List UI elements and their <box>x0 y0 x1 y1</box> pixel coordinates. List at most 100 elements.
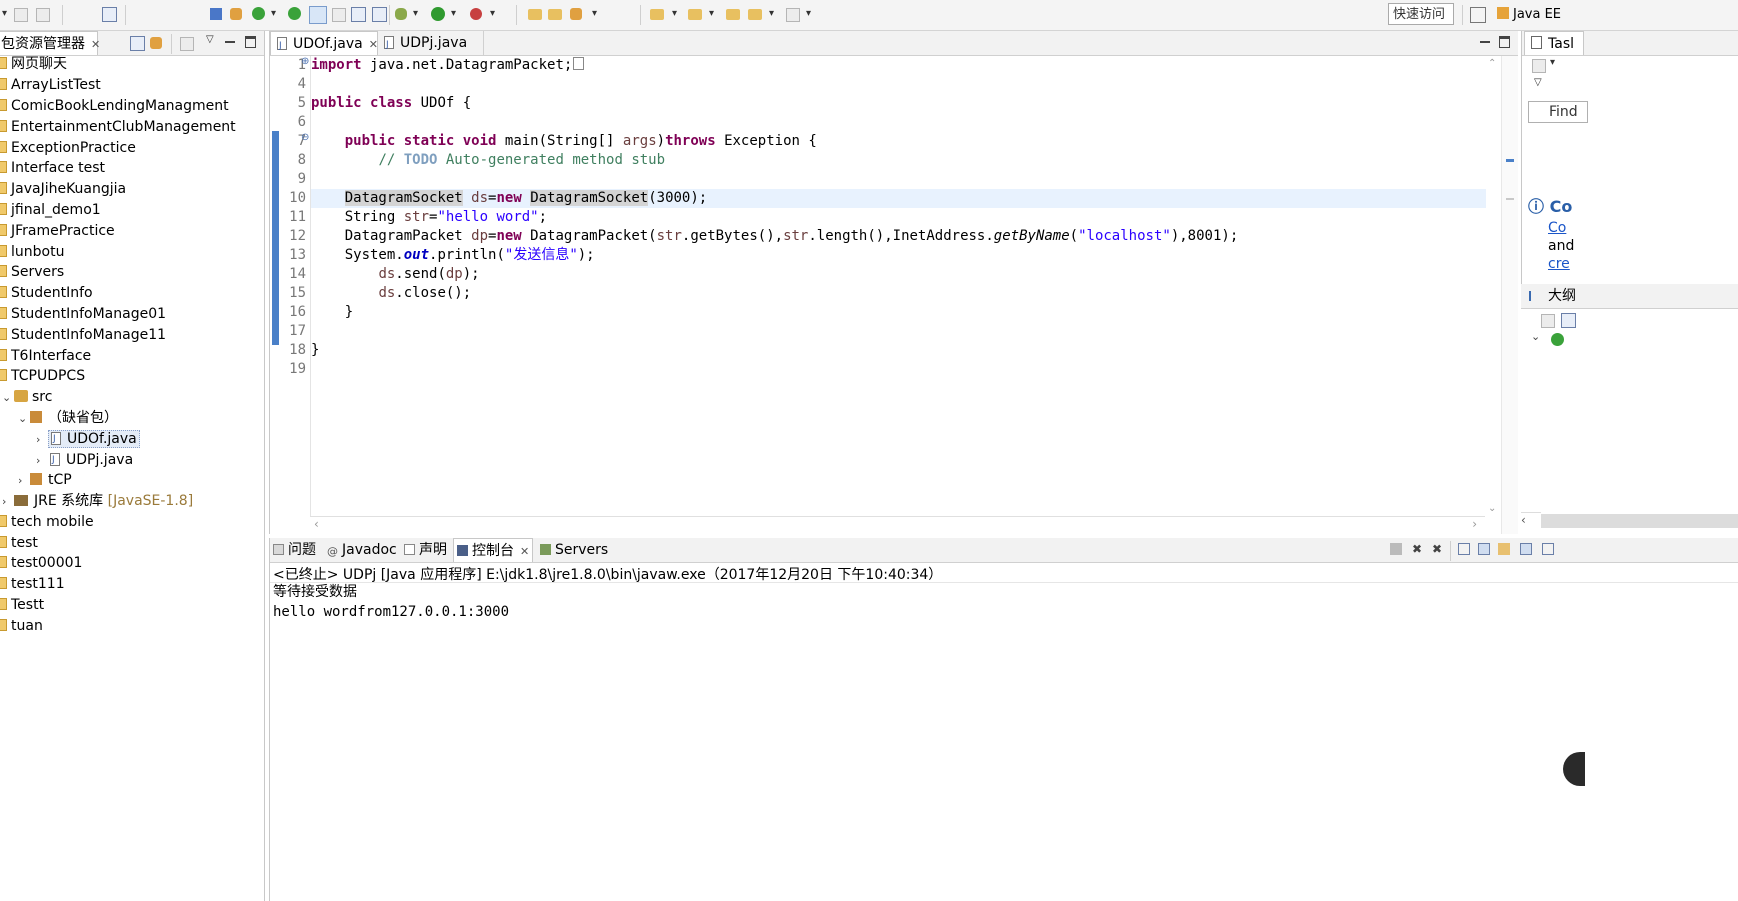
remove-all-launches-icon[interactable]: ✖ <box>1432 543 1444 555</box>
folded-imports-icon[interactable] <box>573 57 585 70</box>
expand-fold-icon[interactable]: ⊕ <box>301 56 309 67</box>
tree-item[interactable]: Servers <box>0 262 64 283</box>
new-server-icon[interactable] <box>230 8 242 20</box>
debug-icon[interactable] <box>395 8 407 20</box>
chevron-right-icon[interactable]: › <box>18 470 30 491</box>
collapse-fold-icon[interactable]: ⊖ <box>301 132 309 143</box>
task-find-input[interactable]: Find <box>1528 101 1588 123</box>
tree-item-src[interactable]: ⌄ src <box>2 387 52 408</box>
tab-udof-java[interactable]: UDOf.java ✕ <box>270 31 378 58</box>
new-java-class-icon[interactable] <box>252 7 265 20</box>
mark-occurrences-icon[interactable] <box>309 6 327 24</box>
hide-fields-icon[interactable] <box>1541 314 1555 328</box>
chevron-right-icon[interactable]: › <box>36 450 48 471</box>
editor-vertical-scrollbar[interactable]: ⌃ ⌄ <box>1486 56 1500 516</box>
tab-problems[interactable]: 问题 <box>270 538 319 562</box>
tree-item-jre[interactable]: › JRE 系统库 [JavaSE-1.8] <box>2 491 193 512</box>
tree-item[interactable]: Interface test <box>0 158 105 179</box>
tree-item[interactable]: Testt <box>0 595 44 616</box>
connect-link[interactable]: Co <box>1548 220 1566 236</box>
tree-item[interactable]: test <box>0 533 38 554</box>
word-wrap-icon[interactable] <box>1498 543 1510 555</box>
focus-icon[interactable] <box>180 37 194 51</box>
chevron-down-icon[interactable]: ▾ <box>709 8 714 19</box>
class-icon[interactable] <box>1551 333 1564 346</box>
save-icon[interactable] <box>14 8 28 22</box>
tab-package-explorer[interactable]: 包资源管理器 ✕ <box>0 31 100 55</box>
tree-item[interactable]: ComicBookLendingManagment <box>0 96 229 117</box>
previous-annotation-icon[interactable] <box>688 9 702 20</box>
minimize-icon[interactable] <box>1480 41 1490 43</box>
forward-arrow-icon[interactable] <box>786 8 800 22</box>
quick-access-input[interactable]: 快速访问 <box>1388 3 1454 25</box>
tree-item[interactable]: tech mobile <box>0 512 94 533</box>
tree-item[interactable]: EntertainmentClubManagement <box>0 117 236 138</box>
open-perspective-icon[interactable] <box>1470 7 1486 23</box>
tab-javadoc[interactable]: @ Javadoc <box>324 538 400 562</box>
chevron-down-icon[interactable]: ⌄ <box>2 387 14 408</box>
tree-item[interactable]: 网页聊天 <box>0 54 67 75</box>
tree-item[interactable]: lunbotu <box>0 242 64 263</box>
close-icon[interactable]: ✕ <box>369 38 378 51</box>
maximize-icon[interactable] <box>245 36 256 48</box>
sort-icon[interactable] <box>1561 313 1576 328</box>
clear-console-icon[interactable] <box>1458 543 1470 555</box>
tab-task-list[interactable]: Tasl <box>1524 31 1584 55</box>
new-task-icon[interactable] <box>1532 59 1546 73</box>
tree-item-default-package[interactable]: ⌄ （缺省包） <box>18 408 118 429</box>
view-menu-icon[interactable]: ▽ <box>1534 77 1542 88</box>
tab-console[interactable]: 控制台 ✕ <box>453 538 534 562</box>
tab-servers[interactable]: Servers <box>537 538 611 562</box>
chevron-down-icon[interactable]: ▾ <box>592 8 597 19</box>
scroll-left-icon[interactable]: ‹ <box>1521 512 1541 529</box>
link-with-editor-icon[interactable] <box>150 37 162 49</box>
block-selection-icon[interactable] <box>351 7 366 22</box>
close-icon[interactable]: ✕ <box>91 38 100 51</box>
view-menu-icon[interactable]: ▽ <box>206 34 214 45</box>
console-output[interactable]: 等待接受数据 hello wordfrom127.0.0.1:3000 <box>273 582 509 622</box>
chevron-right-icon[interactable]: › <box>36 429 48 450</box>
chevron-down-icon[interactable]: ▾ <box>451 8 456 19</box>
run-icon[interactable] <box>431 7 445 21</box>
external-tools-icon[interactable] <box>470 8 482 20</box>
tree-item[interactable]: JavaJiheKuangjia <box>0 179 126 200</box>
tree-item[interactable]: StudentInfo <box>0 283 93 304</box>
open-type-icon[interactable] <box>528 9 542 20</box>
scroll-left-icon[interactable]: ‹ <box>314 517 319 531</box>
search-icon[interactable] <box>570 8 582 20</box>
chevron-down-icon[interactable]: ▾ <box>769 8 774 19</box>
chevron-down-icon[interactable]: ▾ <box>672 8 677 19</box>
open-task-icon[interactable] <box>548 9 562 20</box>
tree-item[interactable]: ArrayListTest <box>0 75 101 96</box>
perspective-java-ee[interactable]: Java EE <box>1497 3 1561 27</box>
toggle-breadcrumb-icon[interactable] <box>332 8 346 22</box>
tree-item[interactable]: JFramePractice <box>0 221 115 242</box>
tree-item[interactable]: StudentInfoManage11 <box>0 325 166 346</box>
tree-item[interactable]: TCPUDPCS <box>0 366 85 387</box>
chevron-right-icon[interactable]: › <box>2 491 14 512</box>
chevron-down-icon[interactable]: ▾ <box>2 8 7 19</box>
chevron-down-icon[interactable]: ▾ <box>806 8 811 19</box>
new-package-icon[interactable] <box>288 7 301 20</box>
scroll-right-icon[interactable]: › <box>1472 517 1477 531</box>
collapse-all-icon[interactable] <box>130 36 145 51</box>
create-task-link[interactable]: cre <box>1548 256 1570 272</box>
tab-declaration[interactable]: 声明 <box>401 538 450 562</box>
tree-item[interactable]: tuan <box>0 616 43 637</box>
tree-item-udpj-java[interactable]: › UDPj.java <box>36 450 135 471</box>
tree-item[interactable]: test00001 <box>0 553 82 574</box>
chevron-down-icon[interactable]: ▾ <box>413 8 418 19</box>
chevron-down-icon[interactable]: ⌄ <box>1531 330 1543 343</box>
scroll-lock-icon[interactable] <box>1478 543 1490 555</box>
outline-horizontal-scrollbar[interactable] <box>1541 514 1738 528</box>
floating-widget[interactable] <box>1563 752 1585 786</box>
tree-item[interactable]: jfinal_demo1 <box>0 200 101 221</box>
last-edit-location-icon[interactable] <box>726 9 740 20</box>
tree-item[interactable]: ExceptionPractice <box>0 138 136 159</box>
tab-outline[interactable]: 大纲 <box>1523 284 1583 308</box>
pin-console-icon[interactable] <box>1520 543 1532 555</box>
back-arrow-icon[interactable] <box>748 9 762 20</box>
close-icon[interactable]: ✕ <box>520 545 529 558</box>
tree-item-tcp[interactable]: › tCP <box>18 470 72 491</box>
tree-item[interactable]: StudentInfoManage01 <box>0 304 166 325</box>
